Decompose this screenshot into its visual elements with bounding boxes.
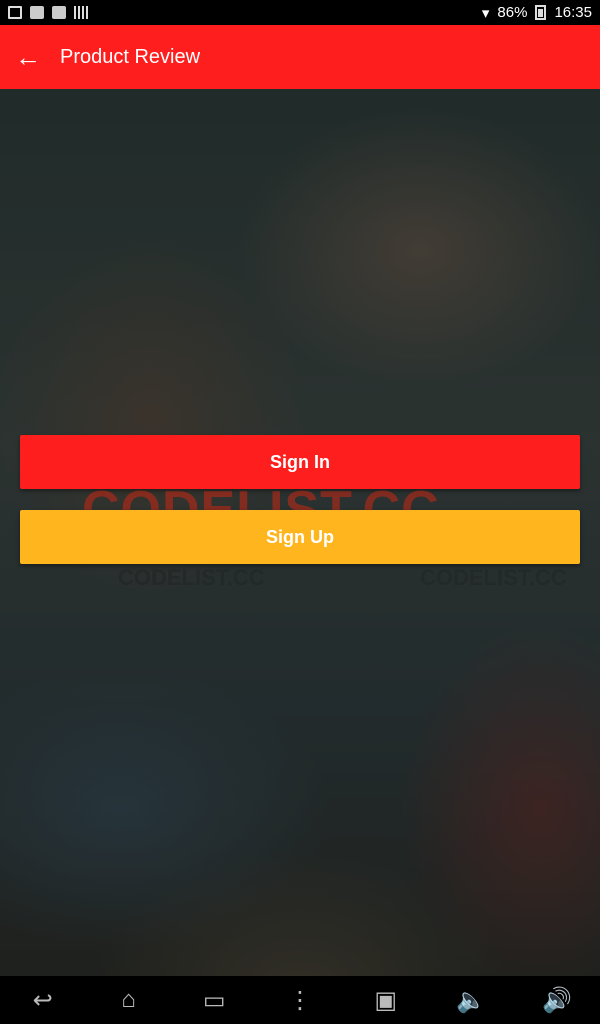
bag-notification-icon bbox=[52, 6, 66, 19]
screenshot-icon[interactable]: ▣ bbox=[356, 976, 416, 1024]
clock: 16:35 bbox=[554, 4, 592, 21]
sign-up-button[interactable]: Sign Up bbox=[20, 510, 580, 564]
battery-icon bbox=[535, 5, 547, 20]
notification-icons bbox=[8, 6, 88, 19]
wifi-icon: ▾ bbox=[481, 4, 490, 22]
battery-percent: 86% bbox=[497, 4, 528, 21]
system-icons: ▾ 86% 16:35 bbox=[482, 4, 592, 22]
download-notification-icon bbox=[30, 6, 44, 19]
status-bar: ▾ 86% 16:35 bbox=[0, 0, 600, 25]
system-nav-bar: ↩ ⌂ ▭ ⋮ ▣ 🔈 🔊 bbox=[0, 976, 600, 1024]
volume-down-icon[interactable]: 🔈 bbox=[441, 976, 501, 1024]
recents-icon[interactable]: ▭ bbox=[184, 976, 244, 1024]
app-bar: ← Product Review bbox=[0, 25, 600, 89]
menu-dots-icon[interactable]: ⋮ bbox=[270, 976, 330, 1024]
barcode-notification-icon bbox=[74, 6, 88, 19]
sign-in-button[interactable]: Sign In bbox=[20, 435, 580, 489]
page-title: Product Review bbox=[60, 45, 201, 68]
arrow-back-icon[interactable]: ← bbox=[0, 25, 56, 89]
volume-up-icon[interactable]: 🔊 bbox=[527, 976, 587, 1024]
image-notification-icon bbox=[8, 6, 22, 19]
back-icon[interactable]: ↩ bbox=[13, 976, 73, 1024]
home-icon[interactable]: ⌂ bbox=[99, 976, 159, 1024]
